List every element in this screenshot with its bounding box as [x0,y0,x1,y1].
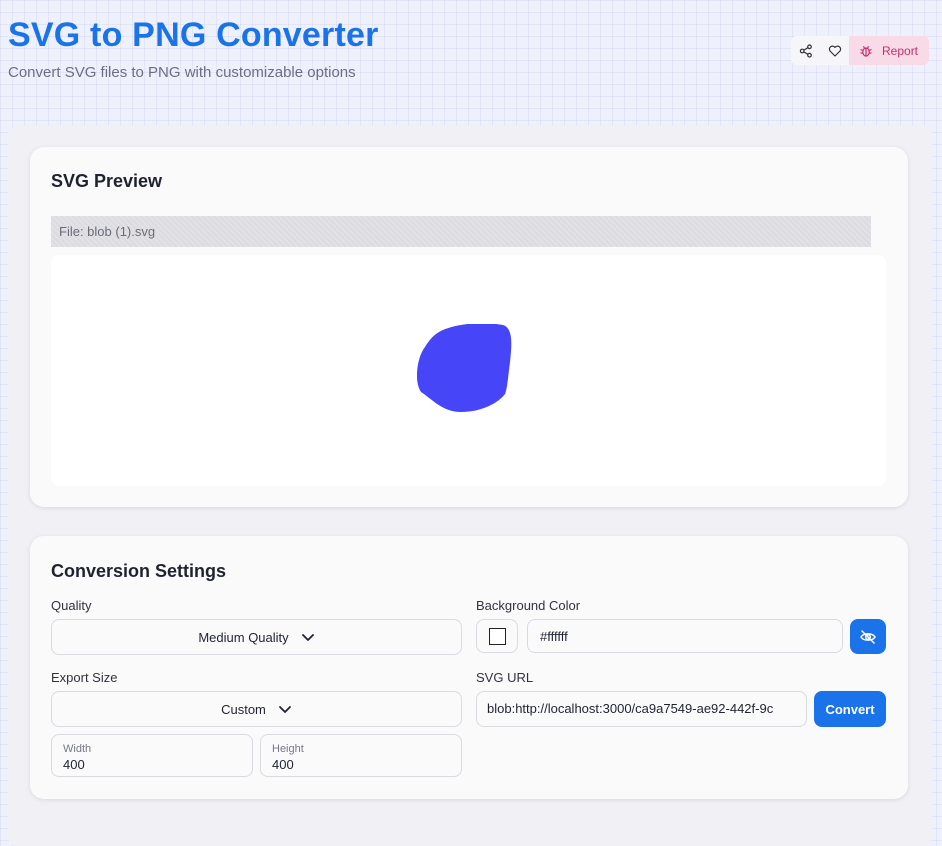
preview-title: SVG Preview [51,171,163,191]
chevron-down-icon [301,633,314,641]
background-color-swatch-button[interactable] [476,619,518,653]
quality-value: Medium Quality [198,629,289,645]
chevron-down-icon [278,705,291,713]
width-label: Width [63,743,92,755]
page-title: SVG to PNG Converter [8,16,379,54]
svg-url-input[interactable]: blob:http://localhost:3000/ca9a7549-ae92… [476,691,807,727]
report-label: Report [882,43,919,58]
svg-preview-card: SVG Preview File: blob (1).svg [30,147,908,507]
convert-button[interactable]: Convert [814,691,886,727]
background-color-input[interactable]: #ffffff [527,619,843,653]
share-icon [799,43,812,58]
height-field[interactable]: Height 400 [260,734,462,777]
file-name-bar: File: blob (1).svg [51,216,871,247]
background-color-label: Background Color [476,598,581,613]
report-button[interactable]: Report [849,36,930,65]
quality-select[interactable]: Medium Quality [51,619,462,655]
settings-title: Conversion Settings [51,561,227,581]
quality-label: Quality [51,598,92,613]
heart-icon [828,45,841,57]
share-button[interactable] [791,36,820,65]
favorite-button[interactable] [820,36,849,65]
blob-shape [417,324,512,412]
height-label: Height [272,743,304,755]
bug-icon [860,45,872,57]
background-color-swatch [488,627,506,645]
export-size-select[interactable]: Custom [51,691,462,727]
header-actions: Report [791,36,930,65]
blob-path [417,324,512,412]
width-field[interactable]: Width 400 [51,734,253,777]
svg-preview-canvas [51,255,886,486]
export-size-value: Custom [221,701,266,717]
width-value: 400 [63,757,85,772]
conversion-settings-card: Conversion Settings Quality Medium Quali… [30,536,908,799]
page-subtitle: Convert SVG files to PNG with customizab… [8,64,356,81]
export-size-label: Export Size [51,670,118,685]
height-value: 400 [272,757,294,772]
toggle-background-button[interactable] [850,619,886,654]
svg-url-label: SVG URL [476,670,534,685]
eye-off-icon [860,629,876,644]
